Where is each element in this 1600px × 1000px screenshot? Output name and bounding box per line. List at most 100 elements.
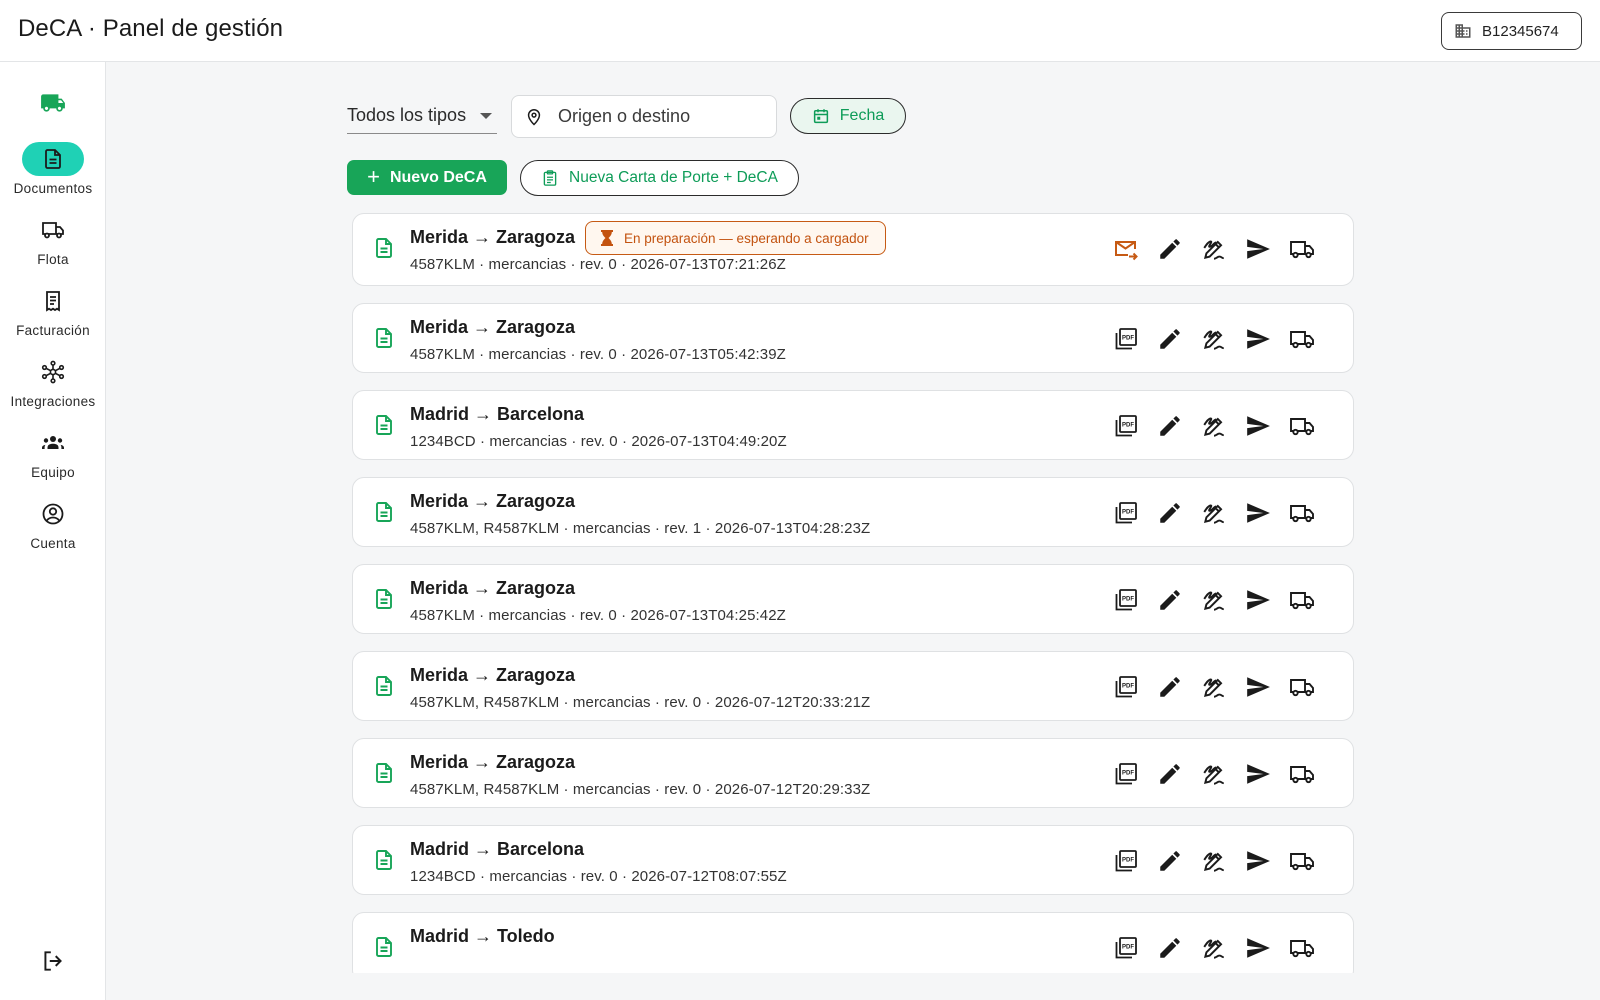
document-row[interactable]: Madrid → Barcelona 1234BCD · mercancias ·… [352, 390, 1354, 460]
document-icon [45, 149, 61, 169]
edit-icon[interactable] [1157, 236, 1183, 262]
pdf-icon[interactable]: PDF [1113, 500, 1139, 526]
document-row[interactable]: Madrid → Barcelona 1234BCD · mercancias ·… [352, 825, 1354, 895]
document-icon [372, 848, 396, 874]
sidebar-item-label: Documentos [13, 181, 93, 196]
document-meta: 1234BCD · mercancias · rev. 0 · 2026-07-… [410, 433, 787, 450]
sidebar-item-flota[interactable]: Flota [0, 213, 106, 275]
document-icon [372, 674, 396, 700]
document-meta: 4587KLM, R4587KLM · mercancias · rev. 0 … [410, 781, 871, 798]
signature-icon[interactable] [1201, 236, 1227, 262]
document-row[interactable]: Merida → Zaragoza 4587KLM · mercancias · … [352, 303, 1354, 373]
send-icon[interactable] [1245, 326, 1271, 352]
truck-icon[interactable] [1289, 326, 1315, 352]
truck-icon[interactable] [1289, 500, 1315, 526]
pdf-icon[interactable]: PDF [1113, 848, 1139, 874]
signature-icon[interactable] [1201, 761, 1227, 787]
search-field[interactable] [511, 95, 777, 138]
edit-icon[interactable] [1157, 500, 1183, 526]
signature-icon[interactable] [1201, 500, 1227, 526]
invoice-icon [46, 291, 60, 312]
edit-icon[interactable] [1157, 674, 1183, 700]
svg-text:PDF: PDF [1122, 336, 1134, 342]
sidebar-item-label: Facturación [16, 323, 90, 338]
sidebar-item-cuenta[interactable]: Cuenta [0, 497, 106, 559]
truck-icon[interactable] [1289, 848, 1315, 874]
pdf-icon[interactable]: PDF [1113, 413, 1139, 439]
truck-icon[interactable] [1289, 413, 1315, 439]
document-meta: 4587KLM, R4587KLM · mercancias · rev. 1 … [410, 520, 871, 537]
signature-icon[interactable] [1201, 935, 1227, 961]
document-icon [372, 413, 396, 439]
signature-icon[interactable] [1201, 587, 1227, 613]
sidebar-item-documentos[interactable]: Documentos [0, 142, 106, 204]
send-icon[interactable] [1245, 674, 1271, 700]
document-icon [372, 500, 396, 526]
svg-text:PDF: PDF [1122, 771, 1134, 777]
svg-text:PDF: PDF [1122, 510, 1134, 516]
pdf-icon[interactable]: PDF [1113, 761, 1139, 787]
pdf-icon[interactable]: PDF [1113, 587, 1139, 613]
document-row[interactable]: Madrid → Toledo PDF [352, 912, 1354, 973]
truck-icon[interactable] [1289, 674, 1315, 700]
svg-text:PDF: PDF [1122, 423, 1134, 429]
date-filter-button[interactable]: Fecha [790, 98, 906, 134]
send-icon[interactable] [1245, 848, 1271, 874]
truck-icon[interactable] [1289, 587, 1315, 613]
document-row[interactable]: Merida → Zaragoza 4587KLM, R4587KLM · mer… [352, 651, 1354, 721]
sidebar-item-integraciones[interactable]: Integraciones [0, 355, 106, 417]
send-icon[interactable] [1245, 413, 1271, 439]
send-icon[interactable] [1245, 761, 1271, 787]
send-icon[interactable] [1245, 236, 1271, 262]
edit-icon[interactable] [1157, 326, 1183, 352]
svg-text:PDF: PDF [1122, 597, 1134, 603]
mail-forward-icon[interactable] [1113, 236, 1139, 262]
nav-icon-wrap [22, 284, 84, 318]
date-filter-label: Fecha [839, 107, 885, 124]
document-meta: 4587KLM · mercancias · rev. 0 · 2026-07-… [410, 346, 786, 363]
document-route: Merida → Zaragoza [410, 752, 576, 772]
edit-icon[interactable] [1157, 935, 1183, 961]
edit-icon[interactable] [1157, 587, 1183, 613]
send-icon[interactable] [1245, 587, 1271, 613]
edit-icon[interactable] [1157, 413, 1183, 439]
row-actions: PDF [1113, 500, 1315, 526]
sidebar-item-label: Cuenta [30, 536, 76, 551]
sidebar-item-facturacion[interactable]: Facturación [0, 284, 106, 346]
row-actions: PDF [1113, 587, 1315, 613]
send-icon[interactable] [1245, 500, 1271, 526]
document-route: Merida → Zaragoza [410, 578, 576, 598]
edit-icon[interactable] [1157, 761, 1183, 787]
pdf-icon[interactable]: PDF [1113, 935, 1139, 961]
document-icon [372, 587, 396, 613]
new-carta-porte-button[interactable]: Nueva Carta de Porte + DeCA [520, 160, 799, 196]
truck-icon[interactable] [1289, 236, 1315, 262]
document-icon [372, 761, 396, 787]
nav-icon-wrap [22, 142, 84, 176]
search-input[interactable] [558, 106, 758, 127]
edit-icon[interactable] [1157, 848, 1183, 874]
signature-icon[interactable] [1201, 413, 1227, 439]
signature-icon[interactable] [1201, 674, 1227, 700]
team-icon [42, 436, 64, 449]
new-carta-porte-label: Nueva Carta de Porte + DeCA [569, 169, 778, 186]
company-selector[interactable]: B12345674 [1441, 12, 1582, 50]
type-filter-select[interactable]: Todos los tipos [347, 98, 497, 134]
document-row[interactable]: Merida → Zaragoza 4587KLM, R4587KLM · mer… [352, 477, 1354, 547]
truck-icon[interactable] [1289, 935, 1315, 961]
truck-icon[interactable] [1289, 761, 1315, 787]
signature-icon[interactable] [1201, 326, 1227, 352]
send-icon[interactable] [1245, 935, 1271, 961]
signature-icon[interactable] [1201, 848, 1227, 874]
pdf-icon[interactable]: PDF [1113, 674, 1139, 700]
documents-list: Merida → Zaragoza 4587KLM · mercancias · … [340, 210, 1365, 973]
pdf-icon[interactable]: PDF [1113, 326, 1139, 352]
document-row[interactable]: Merida → Zaragoza 4587KLM · mercancias · … [352, 564, 1354, 634]
row-actions: PDF [1113, 935, 1315, 961]
new-deca-button[interactable]: + Nuevo DeCA [347, 160, 507, 195]
document-row[interactable]: Merida → Zaragoza 4587KLM · mercancias · … [352, 213, 1354, 286]
clipboard-icon [543, 170, 557, 186]
logout-icon[interactable] [40, 948, 66, 974]
sidebar-item-equipo[interactable]: Equipo [0, 426, 106, 488]
document-row[interactable]: Merida → Zaragoza 4587KLM, R4587KLM · mer… [352, 738, 1354, 808]
